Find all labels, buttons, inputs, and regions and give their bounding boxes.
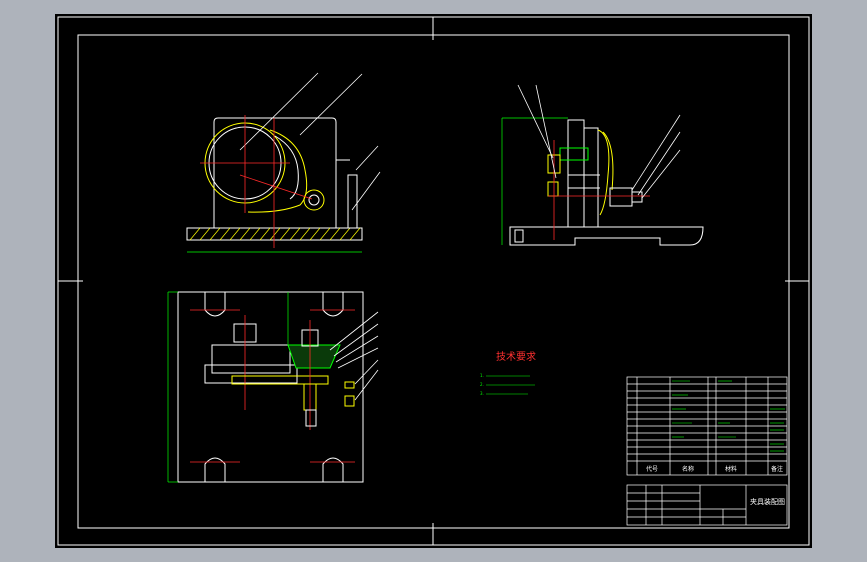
tech-req-note-2: 2. <box>480 382 484 387</box>
tech-req-note-1: 1. <box>480 373 484 378</box>
parts-header-name: 名称 <box>682 465 694 473</box>
parts-header-remark: 备注 <box>771 465 783 473</box>
parts-header-material: 材料 <box>725 465 737 473</box>
drawing-sheet <box>55 14 812 548</box>
title-block-drawing-name: 夹具装配图 <box>750 497 785 506</box>
cad-drawing-canvas: 技术要求 1. 2. 3. 代号 名称 材料 备注 夹具装配图 <box>55 14 812 548</box>
tech-req-title: 技术要求 <box>496 350 536 363</box>
tech-req-note-3: 3. <box>480 391 484 396</box>
parts-header-code: 代号 <box>646 465 658 473</box>
